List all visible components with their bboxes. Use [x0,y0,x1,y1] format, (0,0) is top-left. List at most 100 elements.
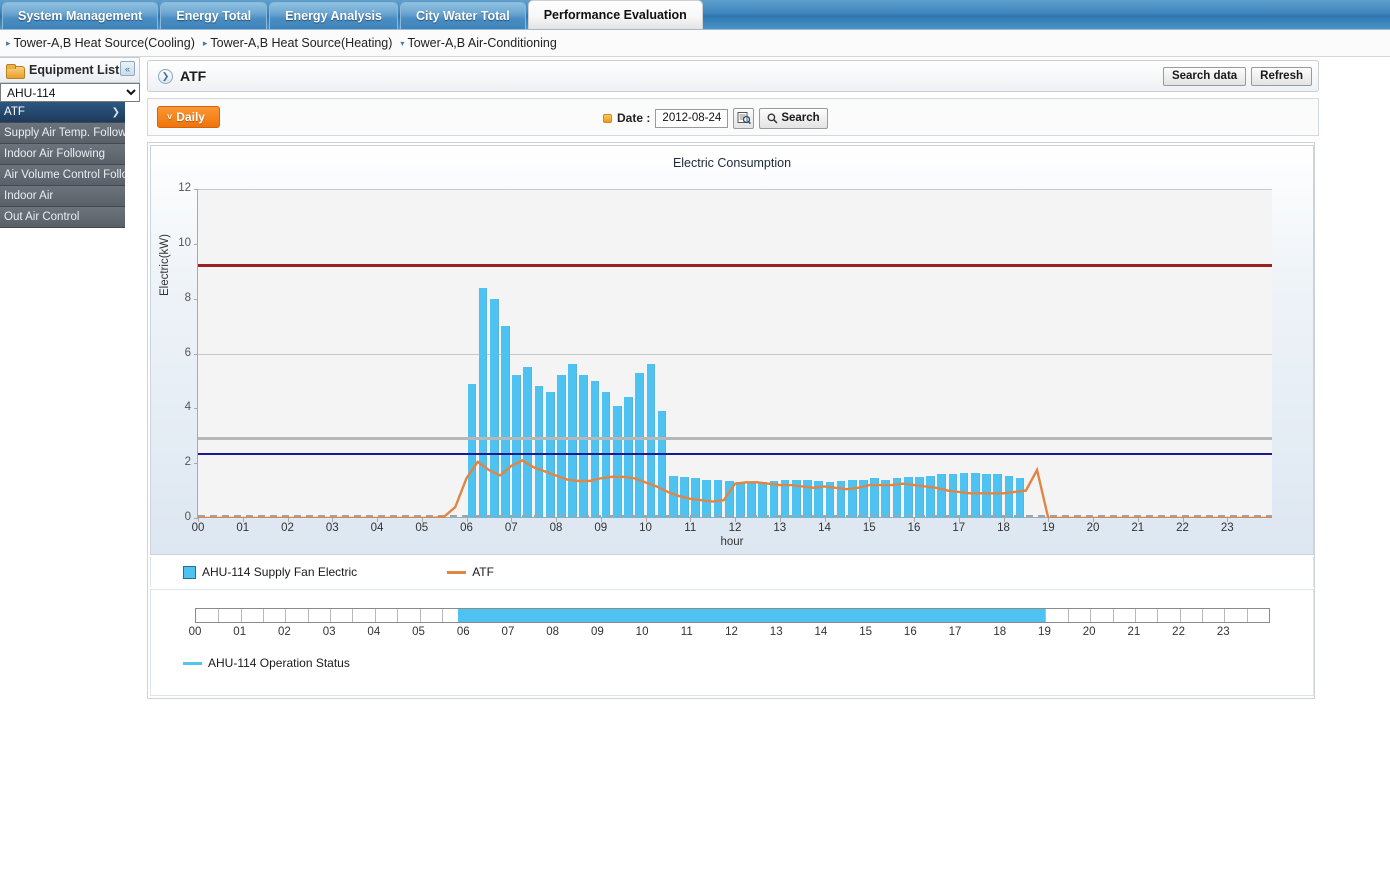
tab-city-water-total[interactable]: City Water Total [399,2,526,29]
chart-y-tick-label: 4 [184,401,191,414]
chart-x-tick-mark [421,518,423,522]
sidebar-item-atf[interactable]: ATF ❯ [0,102,125,123]
breadcrumb-label: Tower-A,B Air-Conditioning [407,36,557,50]
chevron-right-icon: ▸ [6,37,11,48]
sidebar-item-label: ATF [4,106,25,118]
chart-x-tick-label: 12 [728,522,742,534]
chart-x-tick-label: 18 [997,522,1010,534]
main-tab-bar: System Management Energy Total Energy An… [0,0,1390,30]
status-cell-divider [1157,609,1159,622]
sidebar-header: Equipment List « [0,57,140,83]
legend-swatch-line [447,570,467,574]
status-cell-divider [1201,609,1203,622]
chart-x-tick-label: 06 [460,522,473,534]
chevron-down-icon: ▾ [400,38,405,48]
legend-item-operation-status: AHU-114 Operation Status [183,656,350,670]
status-x-tick-label: 14 [814,626,828,638]
status-x-tick-label: 12 [725,626,738,638]
chart-x-tick-label: 05 [415,522,429,534]
status-x-tick-label: 20 [1082,626,1096,638]
tab-performance-evaluation[interactable]: Performance Evaluation [527,0,703,29]
tab-energy-analysis[interactable]: Energy Analysis [269,2,398,29]
sidebar-item-label: Indoor Air [4,190,54,202]
legend-item-supply-fan-electric: AHU-114 Supply Fan Electric [183,565,357,579]
chart-x-tick-label: 11 [684,522,697,534]
tab-system-management[interactable]: System Management [2,2,159,29]
breadcrumb-label: Tower-A,B Heat Source(Cooling) [13,36,195,50]
status-x-tick-label: 13 [769,626,783,638]
sidebar-item-label: Indoor Air Following [4,148,105,160]
page-title-actions: Search data Refresh [1162,66,1312,86]
chart-x-tick-mark [779,518,781,522]
search-icon [767,113,778,124]
chart-x-tick-label: 16 [907,522,921,534]
chart-x-tick-label: 08 [549,522,563,534]
status-cell-divider [374,609,376,622]
status-x-tick-label: 10 [635,626,649,638]
equipment-select[interactable]: AHU-114 [0,83,140,102]
chart-x-tick-mark [287,518,289,522]
tab-energy-total[interactable]: Energy Total [160,2,268,29]
sidebar-title: Equipment List [29,63,120,77]
chart-x-tick-mark [600,518,602,522]
breadcrumb-item-heat-source-cooling[interactable]: ▸ Tower-A,B Heat Source(Cooling) [6,36,195,50]
period-daily-button[interactable]: ˅ Daily [157,106,220,128]
chart-x-tick-mark [1093,518,1094,522]
status-x-tick-label: 23 [1216,626,1230,638]
status-cell-divider [1090,609,1092,622]
status-x-tick-label: 22 [1172,626,1185,638]
breadcrumb-item-air-conditioning[interactable]: ▾ Tower-A,B Air-Conditioning [400,36,556,50]
page-title: ATF [180,68,207,84]
status-x-tick-label: 03 [322,626,336,638]
legend-label: AHU-114 Operation Status [208,656,350,670]
search-data-button[interactable]: Search data [1162,66,1247,86]
chart-x-tick-label: 15 [862,522,876,534]
status-cell-divider [1179,609,1181,622]
equipment-item-list: ATF ❯ Supply Air Temp. Following Indoor … [0,102,125,228]
refresh-button[interactable]: Refresh [1251,66,1312,86]
chart-x-tick-label: 22 [1176,522,1189,534]
chart-x-tick-mark [198,518,199,522]
main-content: ❯ ATF Search data Refresh ˅ Daily Date : [147,60,1319,699]
status-cell-divider [240,609,242,622]
filter-toolbar: ˅ Daily Date : 2012-08-24 Search [147,98,1319,136]
chart-y-tick-label: 2 [184,456,191,469]
date-label: Date : [617,111,651,125]
status-x-tick-label: 09 [590,626,604,638]
chart-x-tick-mark [242,518,244,522]
status-cell-divider [1224,609,1226,622]
sidebar-item-supply-air-temp-following[interactable]: Supply Air Temp. Following [0,123,125,144]
sidebar-item-indoor-air[interactable]: Indoor Air [0,186,125,207]
status-x-tick-label: 11 [680,626,693,638]
chevron-down-icon: ˅ [167,112,173,122]
operation-status-track [195,608,1270,623]
breadcrumb-item-heat-source-heating[interactable]: ▸ Tower-A,B Heat Source(Heating) [203,36,393,50]
date-input[interactable] [655,108,729,128]
status-x-tick-label: 00 [188,626,202,638]
sidebar-item-indoor-air-following[interactable]: Indoor Air Following [0,144,125,165]
chart-x-tick-mark [1182,518,1184,522]
sidebar-item-air-volume-control-following[interactable]: Air Volume Control Following [0,165,125,186]
collapse-sidebar-button[interactable]: « [120,61,135,76]
status-cell-divider [1067,609,1069,622]
status-cell-divider [218,609,220,622]
breadcrumb: ▸ Tower-A,B Heat Source(Cooling) ▸ Tower… [0,30,1390,57]
search-button[interactable]: Search [759,107,828,129]
status-x-tick-label: 04 [367,626,381,638]
status-cell-divider [1246,609,1248,622]
sidebar: Equipment List « AHU-114 ATF ❯ Supply Ai… [0,57,140,228]
status-cell-divider [397,609,399,622]
tab-label: System Management [18,9,143,23]
chart-x-tick-mark [556,518,557,522]
status-x-tick-label: 18 [993,626,1007,638]
chart-plot-area: 0 2 4 6 8 10 12 00 01 02 03 04 05 06 07 08 09 10 11 12 13 14 1… [178,182,1272,534]
date-filter-group: Date : 2012-08-24 Search [603,99,828,137]
chart-x-tick-label: 01 [236,522,250,534]
chart-x-tick-label: 13 [773,522,787,534]
sidebar-item-out-air-control[interactable]: Out Air Control [0,207,125,228]
calendar-search-icon[interactable] [733,107,755,129]
status-x-tick-label: 19 [1038,626,1051,638]
chart-x-tick-label: 19 [1041,522,1055,534]
status-cell-divider [263,609,265,622]
chart-x-tick-mark [332,518,334,522]
